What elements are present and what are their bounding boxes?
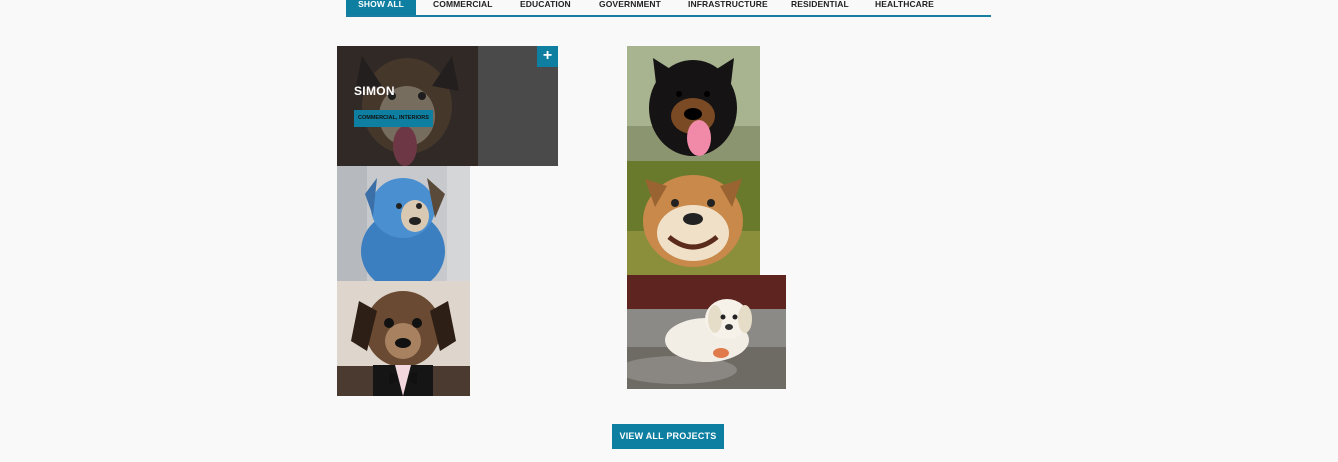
project-filter-nav: SHOW ALL COMMERCIAL EDUCATION GOVERNMENT… bbox=[346, 0, 991, 17]
project-image-blue-dog bbox=[337, 166, 470, 281]
project-tile-rottweiler[interactable] bbox=[627, 46, 760, 161]
filter-tab-education[interactable]: EDUCATION bbox=[520, 0, 571, 15]
project-image-tux-puppy bbox=[337, 281, 470, 396]
image-shade bbox=[337, 46, 478, 166]
filter-tab-healthcare[interactable]: HEALTHCARE bbox=[875, 0, 934, 15]
project-tile-lab-puppy[interactable] bbox=[627, 275, 786, 389]
filter-tab-commercial[interactable]: COMMERCIAL bbox=[433, 0, 493, 15]
project-tile-bulldog[interactable] bbox=[627, 161, 760, 275]
project-tile-blue-dog[interactable] bbox=[337, 166, 470, 281]
project-tags-badge[interactable]: COMMERCIAL, INTERIORS bbox=[354, 110, 433, 127]
view-all-projects-button[interactable]: VIEW ALL PROJECTS bbox=[612, 424, 724, 449]
project-image-bulldog bbox=[627, 161, 760, 275]
project-title: SIMON bbox=[354, 84, 395, 98]
project-tile-tux-puppy[interactable] bbox=[337, 281, 470, 396]
filter-tab-show-all[interactable]: SHOW ALL bbox=[346, 0, 416, 15]
filter-tab-infrastructure[interactable]: INFRASTRUCTURE bbox=[688, 0, 768, 15]
expand-plus-icon[interactable]: + bbox=[537, 46, 558, 67]
project-image-rottweiler bbox=[627, 46, 760, 161]
filter-tab-residential[interactable]: RESIDENTIAL bbox=[791, 0, 849, 15]
project-tile-simon[interactable]: + SIMON COMMERCIAL, INTERIORS bbox=[337, 46, 558, 166]
filter-tab-government[interactable]: GOVERNMENT bbox=[599, 0, 661, 15]
project-image-lab-puppy bbox=[627, 275, 786, 389]
